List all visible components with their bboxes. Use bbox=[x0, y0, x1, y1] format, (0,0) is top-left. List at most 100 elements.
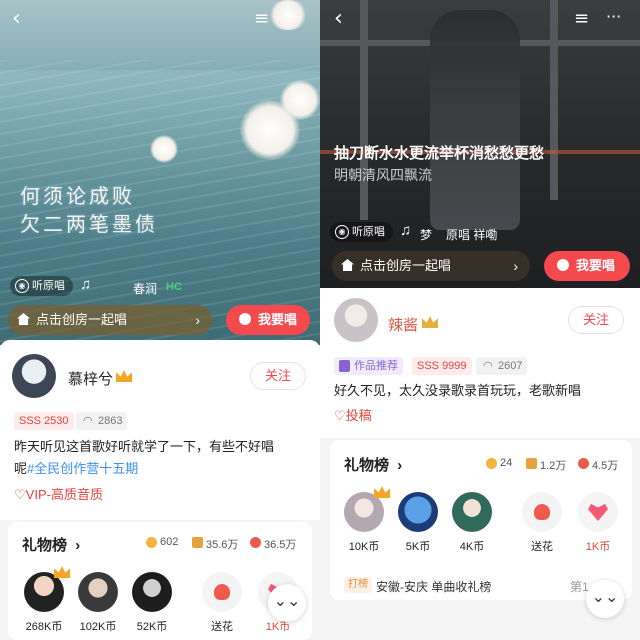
follow-button[interactable]: 关注 bbox=[568, 306, 624, 334]
flower-icon bbox=[578, 458, 589, 469]
listen-original-label: 听原唱 bbox=[32, 280, 65, 292]
vip-diamond-icon bbox=[422, 316, 438, 328]
sing-button[interactable]: 我要唱 bbox=[226, 305, 310, 335]
listen-original-button[interactable]: ◉ 听原唱 bbox=[10, 276, 73, 296]
song-info-card: 辣酱 关注 作品推荐 SSS 9999 ◠ 2607 好久不见，太久没录歌录首玩… bbox=[320, 288, 640, 438]
crown-icon bbox=[116, 370, 132, 382]
contribute-link[interactable]: ♡投稿 bbox=[334, 405, 372, 424]
ranker-avatar[interactable] bbox=[452, 492, 492, 532]
chevron-right-icon: › bbox=[195, 312, 200, 328]
lyric-current: 抽刀断水水更流举杯消愁愁更愁 bbox=[334, 145, 545, 162]
lyric-line-1: 何须论成败 bbox=[20, 184, 135, 208]
send-flower-label: 送花 bbox=[211, 621, 233, 633]
heart-outline-icon: ♡ bbox=[14, 487, 26, 502]
flower-icon bbox=[214, 584, 230, 600]
singer-name: 春润 bbox=[133, 282, 158, 296]
coin-icon bbox=[146, 537, 157, 548]
create-room-button[interactable]: 点击创房一起唱 › bbox=[8, 305, 212, 335]
coin-icon bbox=[486, 458, 497, 469]
ranker-coins: 52K币 bbox=[136, 621, 168, 633]
mic-icon bbox=[557, 259, 569, 271]
send-flower-button[interactable] bbox=[522, 492, 562, 532]
music-note-icon: ♫ bbox=[400, 222, 412, 239]
song-meta-title: 梦 bbox=[420, 228, 433, 242]
back-icon[interactable]: ‹ bbox=[334, 8, 343, 30]
more-icon[interactable]: ··· bbox=[606, 6, 621, 28]
description-line-2: 呢 bbox=[14, 461, 28, 476]
ranker-coins: 268K币 bbox=[25, 621, 63, 633]
ranker-avatar[interactable] bbox=[24, 572, 64, 612]
ranker-coins: 102K币 bbox=[79, 621, 117, 633]
gift-ranking-title-text: 礼物榜 bbox=[344, 457, 390, 474]
ranker-avatar[interactable] bbox=[398, 492, 438, 532]
playlist-icon[interactable]: ≡ bbox=[574, 8, 589, 30]
scroll-down-button[interactable]: ⌄⌄ bbox=[268, 584, 306, 622]
original-singer: 原唱 祥嘞 bbox=[446, 228, 498, 242]
ranker-avatar[interactable] bbox=[132, 572, 172, 612]
create-room-label: 点击创房一起唱 bbox=[360, 258, 452, 273]
double-chevron-down-icon: ⌄⌄ bbox=[591, 589, 619, 606]
double-chevron-down-icon: ⌄⌄ bbox=[273, 593, 301, 610]
crown-icon bbox=[374, 486, 390, 498]
gift-stat-flowers: 36.5万 bbox=[264, 539, 297, 551]
flower-decoration bbox=[150, 135, 178, 163]
topic-link[interactable]: #全民创作营十五期 bbox=[27, 461, 138, 476]
sss-score-badge: SSS 9999 bbox=[412, 357, 472, 375]
listen-original-button[interactable]: ◉ 听原唱 bbox=[330, 222, 393, 242]
heart-gift-price: 1K币 bbox=[265, 621, 291, 633]
song-description: 好久不见，太久没录歌录首玩玩，老歌新唱 bbox=[334, 383, 582, 398]
back-icon[interactable]: ‹ bbox=[12, 8, 21, 30]
gym-equipment bbox=[550, 0, 558, 200]
send-flower-button[interactable] bbox=[202, 572, 242, 612]
username[interactable]: 慕梓兮 bbox=[68, 368, 113, 389]
more-icon[interactable]: ··· bbox=[287, 6, 302, 28]
heart-gift-button[interactable] bbox=[578, 492, 618, 532]
original-icon: ◉ bbox=[335, 225, 349, 239]
heart-icon bbox=[588, 503, 608, 521]
home-icon bbox=[17, 313, 30, 325]
description-line-1: 昨天听见这首歌好听就学了一下，有些不好唱 bbox=[14, 439, 275, 454]
song-description: 昨天听见这首歌好听就学了一下，有些不好唱 呢#全民创作营十五期 bbox=[14, 436, 314, 480]
ranker-avatar[interactable] bbox=[78, 572, 118, 612]
song-info-card: 慕梓兮 关注 SSS 2530 ◠ 2863 昨天听见这首歌好听就学了一下，有些… bbox=[0, 340, 320, 520]
contribute-label: 投稿 bbox=[345, 408, 372, 423]
home-icon bbox=[341, 259, 354, 271]
recommend-badge: 作品推荐 bbox=[334, 357, 403, 375]
chevron-right-icon: › bbox=[397, 457, 403, 474]
avatar[interactable] bbox=[334, 298, 378, 342]
ranker-coins: 4K币 bbox=[459, 541, 485, 553]
gift-ranking-card: 礼物榜 › 602 35.6万 36.5万 268K币 102K币 52K币 送… bbox=[8, 522, 312, 640]
heart-outline-icon: ♡ bbox=[334, 408, 346, 423]
flower-decoration bbox=[280, 80, 320, 120]
gift-stat-gifts: 1.2万 bbox=[540, 460, 567, 472]
username[interactable]: 辣酱 bbox=[388, 314, 418, 335]
gift-ranking-card: 礼物榜 › 24 1.2万 4.5万 10K币 5K币 4K币 送花 1K币 打… bbox=[330, 440, 632, 600]
avatar[interactable] bbox=[12, 354, 56, 398]
sss-score-badge: SSS 2530 bbox=[14, 412, 74, 430]
follow-button[interactable]: 关注 bbox=[250, 362, 306, 390]
lyric-next: 明朝清风四飘流 bbox=[334, 167, 432, 183]
ranker-avatar[interactable] bbox=[344, 492, 384, 532]
gift-ranking-title[interactable]: 礼物榜 › bbox=[344, 454, 402, 475]
send-flower-label: 送花 bbox=[531, 541, 553, 553]
flower-icon bbox=[534, 504, 550, 520]
gym-equipment bbox=[360, 0, 368, 220]
listen-count: 2863 bbox=[98, 415, 123, 427]
flower-icon bbox=[250, 537, 261, 548]
gift-stat-coins: 602 bbox=[160, 536, 179, 548]
gift-box-icon bbox=[192, 537, 203, 548]
playlist-icon[interactable]: ≡ bbox=[254, 8, 269, 30]
listen-count-badge: ◠ 2607 bbox=[476, 357, 528, 375]
gift-stat-coins: 24 bbox=[500, 457, 513, 469]
create-room-button[interactable]: 点击创房一起唱 › bbox=[332, 251, 530, 281]
gift-ranking-title[interactable]: 礼物榜 › bbox=[22, 534, 80, 555]
crown-icon bbox=[54, 566, 70, 578]
person-silhouette bbox=[430, 10, 520, 230]
recommend-label: 作品推荐 bbox=[354, 360, 398, 372]
regional-rank-link[interactable]: 安徽-安庆 单曲收礼榜 bbox=[376, 578, 491, 595]
left-song-page: ‹ ≡ ··· 何须论成败 欠二两笔墨债 ◉ 听原唱 ♫ 春润 HC 点击创房一… bbox=[0, 0, 320, 640]
hc-badge: HC bbox=[166, 281, 182, 293]
sing-button[interactable]: 我要唱 bbox=[544, 251, 630, 281]
scroll-down-button[interactable]: ⌄⌄ bbox=[586, 580, 624, 618]
original-icon: ◉ bbox=[15, 279, 29, 293]
